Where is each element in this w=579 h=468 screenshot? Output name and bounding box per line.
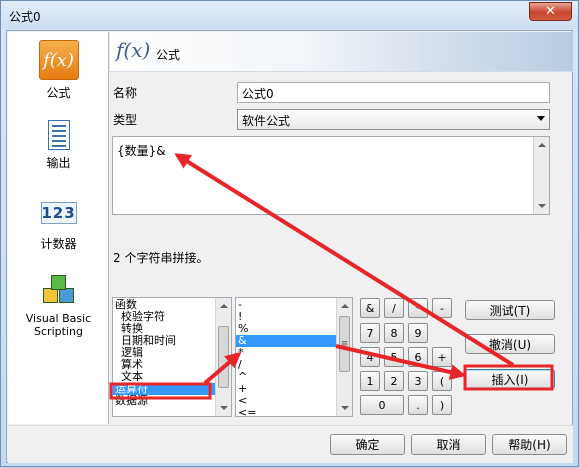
keypad-key[interactable]: . <box>408 395 428 415</box>
list-item[interactable]: / <box>236 359 352 371</box>
scroll-up-icon[interactable] <box>538 143 546 147</box>
keypad-key[interactable]: 9 <box>408 323 428 343</box>
editor-scrollbar[interactable] <box>533 137 549 214</box>
page-title: 公式 <box>156 48 181 62</box>
scroll-down-icon[interactable] <box>220 406 228 410</box>
scroll-up-icon[interactable] <box>220 304 228 308</box>
list-item[interactable]: ! <box>236 311 352 323</box>
vbs-blocks-icon <box>42 274 76 308</box>
keypad-key[interactable]: 2 <box>384 371 404 391</box>
scroll-thumb[interactable]: ≡ <box>339 316 350 372</box>
keypad-key[interactable]: 3 <box>408 371 428 391</box>
keypad-key[interactable]: 1 <box>360 371 380 391</box>
list-item[interactable]: - <box>236 299 352 311</box>
operator-scrollbar[interactable]: ≡ <box>336 298 352 416</box>
close-icon: ✕ <box>545 4 556 19</box>
list-item[interactable]: ^ <box>236 371 352 383</box>
list-item[interactable]: % <box>236 323 352 335</box>
formula-description: 2 个字符串拼接。 <box>113 251 209 265</box>
list-item[interactable]: * <box>236 347 352 359</box>
keypad-key[interactable]: 7 <box>360 323 380 343</box>
sidebar-item-output[interactable]: 输出 <box>8 120 109 171</box>
scroll-down-icon[interactable] <box>538 204 546 208</box>
keypad-key[interactable]: ) <box>432 395 452 415</box>
keypad-key[interactable]: / <box>384 298 404 318</box>
keypad-key[interactable]: 8 <box>384 323 404 343</box>
category-scrollbar[interactable] <box>215 298 231 416</box>
keypad-key[interactable]: 4 <box>360 347 380 367</box>
sidebar-item-label: 输出 <box>46 156 71 170</box>
cancel-button[interactable]: 取消 <box>411 434 486 455</box>
help-button[interactable]: 帮助(H) <box>492 434 567 455</box>
sidebar-item-label: 公式 <box>46 86 71 100</box>
dialog-client-area: f(x) 公式 输出 123 计数器 Visual Basic Scriptin… <box>6 30 573 463</box>
type-select[interactable]: 软件公式 <box>237 109 550 130</box>
window-title: 公式0 <box>9 10 41 24</box>
fx-icon: f(x) <box>38 40 79 80</box>
keypad-key[interactable]: & <box>360 298 380 318</box>
header-banner: f(x) 公式 <box>110 32 573 72</box>
category-list[interactable]: 函数 校验字符 转换 日期和时间 逻辑 算术 文本 运算符 数据源 <box>112 297 232 417</box>
scroll-down-icon[interactable] <box>341 406 349 410</box>
sidebar-item-formula[interactable]: f(x) 公式 <box>8 40 109 101</box>
keypad-key[interactable]: * <box>408 298 428 318</box>
insert-button[interactable]: 插入(I) <box>465 369 555 389</box>
counter-icon: 123 <box>40 202 77 224</box>
keypad-key[interactable]: ( <box>432 371 452 391</box>
keypad-key[interactable]: + <box>432 347 452 367</box>
name-label: 名称 <box>113 86 138 100</box>
sidebar: f(x) 公式 输出 123 计数器 Visual Basic Scriptin… <box>8 32 109 424</box>
formula-text: {数量}& <box>117 144 166 158</box>
keypad-key[interactable]: 6 <box>408 347 428 367</box>
type-select-value: 软件公式 <box>242 114 291 128</box>
sidebar-item-label: Visual Basic Scripting <box>25 312 92 338</box>
operator-list[interactable]: -!% & * / ^ + < <= ≡ <box>235 297 353 417</box>
list-item[interactable]: + <box>236 383 352 395</box>
name-field[interactable]: 公式0 <box>237 82 550 103</box>
type-label: 类型 <box>113 113 138 127</box>
list-item[interactable]: 数据源 <box>113 395 231 407</box>
document-icon <box>47 120 70 150</box>
formula-dialog: 公式0 ✕ f(x) 公式 输出 123 计数器 Visual Basic Sc… <box>0 0 579 467</box>
dialog-footer: 确定 取消 帮助(H) <box>8 425 573 463</box>
scroll-up-icon[interactable] <box>341 304 349 308</box>
test-button[interactable]: 测试(T) <box>465 300 555 320</box>
list-item[interactable]: <= <box>236 407 352 417</box>
scroll-thumb[interactable] <box>218 326 229 388</box>
sidebar-item-counter[interactable]: 123 计数器 <box>8 202 109 252</box>
title-bar[interactable]: 公式0 ✕ <box>1 1 578 29</box>
ok-button[interactable]: 确定 <box>330 434 405 455</box>
keypad-key[interactable]: - <box>432 298 452 318</box>
keypad-key[interactable]: 5 <box>384 347 404 367</box>
undo-button[interactable]: 撤消(U) <box>465 334 555 354</box>
fx-icon: f(x) <box>116 38 151 62</box>
sidebar-item-vbs[interactable]: Visual Basic Scripting <box>8 274 109 338</box>
sidebar-item-label: 计数器 <box>40 237 77 251</box>
close-button[interactable]: ✕ <box>529 2 572 21</box>
keypad-key[interactable]: 0 <box>360 395 404 415</box>
formula-editor[interactable]: {数量}& <box>112 136 550 215</box>
list-item[interactable]: & <box>236 335 352 347</box>
chevron-down-icon <box>537 116 545 121</box>
